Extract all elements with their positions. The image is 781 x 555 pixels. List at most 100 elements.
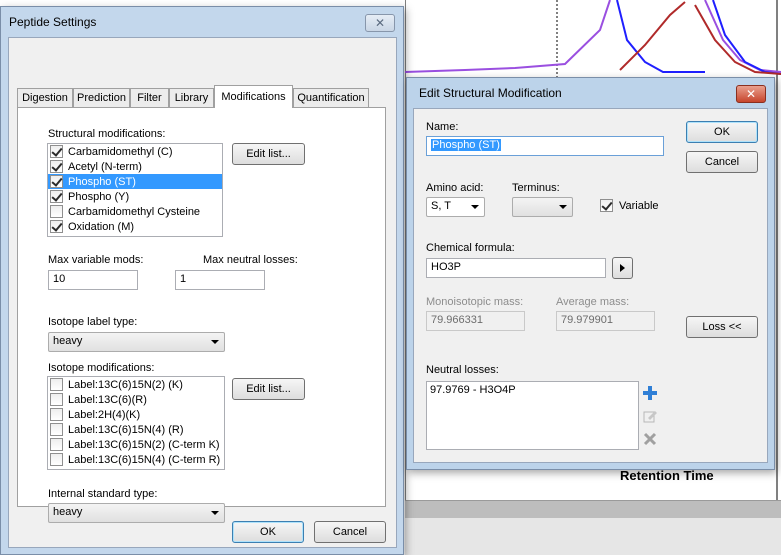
close-button[interactable]: ✕ bbox=[365, 14, 395, 32]
structural-mod-label: Phospho (Y) bbox=[68, 190, 130, 203]
tab-quantification[interactable]: Quantification bbox=[293, 88, 369, 107]
isotope-mods-list[interactable]: Label:13C(6)15N(2) (K) Label:13C(6)(R) Lab… bbox=[47, 376, 225, 470]
isotope-mod-item[interactable]: Label:13C(6)15N(4) (R) bbox=[48, 422, 224, 437]
isotope-mod-item[interactable]: Label:2H(4)(K) bbox=[48, 407, 224, 422]
isotope-mod-label: Label:13C(6)15N(4) (R) bbox=[68, 423, 184, 436]
loss-toggle-button[interactable]: Loss << bbox=[686, 316, 758, 338]
amino-acid-select[interactable]: S, T bbox=[426, 197, 485, 217]
delete-loss-icon[interactable] bbox=[642, 431, 658, 447]
checkbox[interactable] bbox=[50, 453, 63, 466]
chevron-down-icon bbox=[471, 205, 479, 209]
amino-acid-label: Amino acid: bbox=[426, 182, 484, 194]
tab-library[interactable]: Library bbox=[169, 88, 214, 107]
x-axis-label: Retention Time bbox=[620, 468, 714, 483]
monoisotopic-mass-input: 79.966331 bbox=[426, 311, 525, 331]
close-icon: ✕ bbox=[745, 87, 757, 101]
checkbox[interactable] bbox=[50, 160, 63, 173]
isotope-mod-label: Label:13C(6)(R) bbox=[68, 393, 147, 406]
add-loss-icon[interactable] bbox=[642, 385, 658, 401]
neutral-loss-item[interactable]: 97.9769 - H3O4P bbox=[427, 382, 638, 397]
play-arrow-icon bbox=[620, 264, 625, 272]
tab-digestion[interactable]: Digestion bbox=[17, 88, 73, 107]
chemical-formula-input[interactable]: HO3P bbox=[426, 258, 606, 278]
edit-structural-list-button[interactable]: Edit list... bbox=[232, 143, 305, 165]
ok-button[interactable]: OK bbox=[686, 121, 758, 143]
peptide-settings-dialog: Peptide Settings ✕ Digestion Prediction … bbox=[0, 6, 404, 555]
cancel-button[interactable]: Cancel bbox=[686, 151, 758, 173]
isotope-mod-label: Label:2H(4)(K) bbox=[68, 408, 141, 421]
checkbox[interactable] bbox=[50, 438, 63, 451]
formula-menu-button[interactable] bbox=[612, 257, 633, 279]
internal-standard-label: Internal standard type: bbox=[48, 488, 158, 500]
checkbox[interactable] bbox=[50, 393, 63, 406]
checkbox[interactable] bbox=[50, 378, 63, 391]
peptide-settings-title: Peptide Settings bbox=[9, 15, 97, 29]
horizontal-scrollbar[interactable] bbox=[405, 500, 781, 518]
isotope-label-type-label: Isotope label type: bbox=[48, 316, 138, 328]
max-variable-mods-label: Max variable mods: bbox=[48, 254, 144, 266]
name-input[interactable]: Phospho (ST) bbox=[426, 136, 664, 156]
chart-series-red bbox=[619, 1, 781, 75]
structural-mod-item[interactable]: Phospho (Y) bbox=[48, 189, 222, 204]
isotope-mod-label: Label:13C(6)15N(2) (C-term K) bbox=[68, 438, 220, 451]
plus-icon bbox=[643, 386, 657, 400]
isotope-mod-label: Label:13C(6)15N(4) (C-term R) bbox=[68, 453, 221, 466]
chevron-down-icon bbox=[559, 205, 567, 209]
neutral-losses-list[interactable]: 97.9769 - H3O4P bbox=[426, 381, 639, 450]
pencil-icon bbox=[643, 411, 657, 423]
isotope-mod-item[interactable]: Label:13C(6)15N(2) (C-term K) bbox=[48, 437, 224, 452]
checkbox[interactable] bbox=[50, 175, 63, 188]
checkbox[interactable] bbox=[50, 423, 63, 436]
structural-mod-item[interactable]: Acetyl (N-term) bbox=[48, 159, 222, 174]
average-mass-label: Average mass: bbox=[556, 296, 630, 308]
terminus-select[interactable] bbox=[512, 197, 573, 217]
edit-modification-title: Edit Structural Modification bbox=[419, 86, 562, 100]
ok-button[interactable]: OK bbox=[232, 521, 304, 543]
tab-prediction[interactable]: Prediction bbox=[73, 88, 130, 107]
variable-checkbox[interactable]: Variable bbox=[600, 199, 659, 212]
structural-mod-label: Carbamidomethyl Cysteine bbox=[68, 205, 201, 218]
structural-mod-item[interactable]: Phospho (ST) bbox=[48, 174, 222, 189]
isotope-mod-label: Label:13C(6)15N(2) (K) bbox=[68, 378, 183, 391]
edit-loss-icon[interactable] bbox=[642, 408, 658, 424]
chevron-down-icon bbox=[211, 340, 219, 344]
structural-mod-label: Phospho (ST) bbox=[68, 175, 136, 188]
structural-mod-item[interactable]: Carbamidomethyl Cysteine bbox=[48, 204, 222, 219]
max-variable-mods-input[interactable]: 10 bbox=[48, 270, 138, 290]
max-neutral-losses-input[interactable]: 1 bbox=[175, 270, 265, 290]
checkbox[interactable] bbox=[50, 145, 63, 158]
structural-mod-item[interactable]: Carbamidomethyl (C) bbox=[48, 144, 222, 159]
isotope-mods-label: Isotope modifications: bbox=[48, 362, 155, 374]
cancel-button[interactable]: Cancel bbox=[314, 521, 386, 543]
checkbox[interactable] bbox=[50, 190, 63, 203]
chevron-down-icon bbox=[211, 511, 219, 515]
tab-filter[interactable]: Filter bbox=[130, 88, 169, 107]
checkbox[interactable] bbox=[50, 408, 63, 421]
checkbox[interactable] bbox=[50, 205, 63, 218]
edit-modification-body: Name: Phospho (ST) OK Cancel Amino acid:… bbox=[413, 108, 768, 463]
checkbox[interactable] bbox=[600, 199, 613, 212]
chemical-formula-label: Chemical formula: bbox=[426, 242, 515, 254]
internal-standard-select[interactable]: heavy bbox=[48, 503, 225, 523]
average-mass-input: 79.979901 bbox=[556, 311, 655, 331]
isotope-mod-item[interactable]: Label:13C(6)15N(4) (C-term R) bbox=[48, 452, 224, 467]
edit-modification-dialog: Edit Structural Modification ✕ Name: Pho… bbox=[406, 77, 775, 470]
isotope-mod-item[interactable]: Label:13C(6)15N(2) (K) bbox=[48, 377, 224, 392]
terminus-label: Terminus: bbox=[512, 182, 560, 194]
structural-mod-label: Acetyl (N-term) bbox=[68, 160, 142, 173]
close-button[interactable]: ✕ bbox=[736, 85, 766, 103]
max-neutral-losses-label: Max neutral losses: bbox=[203, 254, 298, 266]
structural-mod-item[interactable]: Oxidation (M) bbox=[48, 219, 222, 234]
structural-mods-list[interactable]: Carbamidomethyl (C) Acetyl (N-term) Phosph… bbox=[47, 143, 223, 237]
status-strip bbox=[405, 518, 781, 555]
close-icon: ✕ bbox=[374, 16, 386, 30]
isotope-label-type-select[interactable]: heavy bbox=[48, 332, 225, 352]
edit-isotope-list-button[interactable]: Edit list... bbox=[232, 378, 305, 400]
chart-series-purple bbox=[405, 0, 611, 73]
checkbox[interactable] bbox=[50, 220, 63, 233]
variable-label: Variable bbox=[619, 199, 659, 212]
structural-mods-label: Structural modifications: bbox=[48, 128, 166, 140]
tab-modifications[interactable]: Modifications bbox=[214, 85, 293, 108]
isotope-mod-item[interactable]: Label:13C(6)(R) bbox=[48, 392, 224, 407]
structural-mod-label: Carbamidomethyl (C) bbox=[68, 145, 173, 158]
